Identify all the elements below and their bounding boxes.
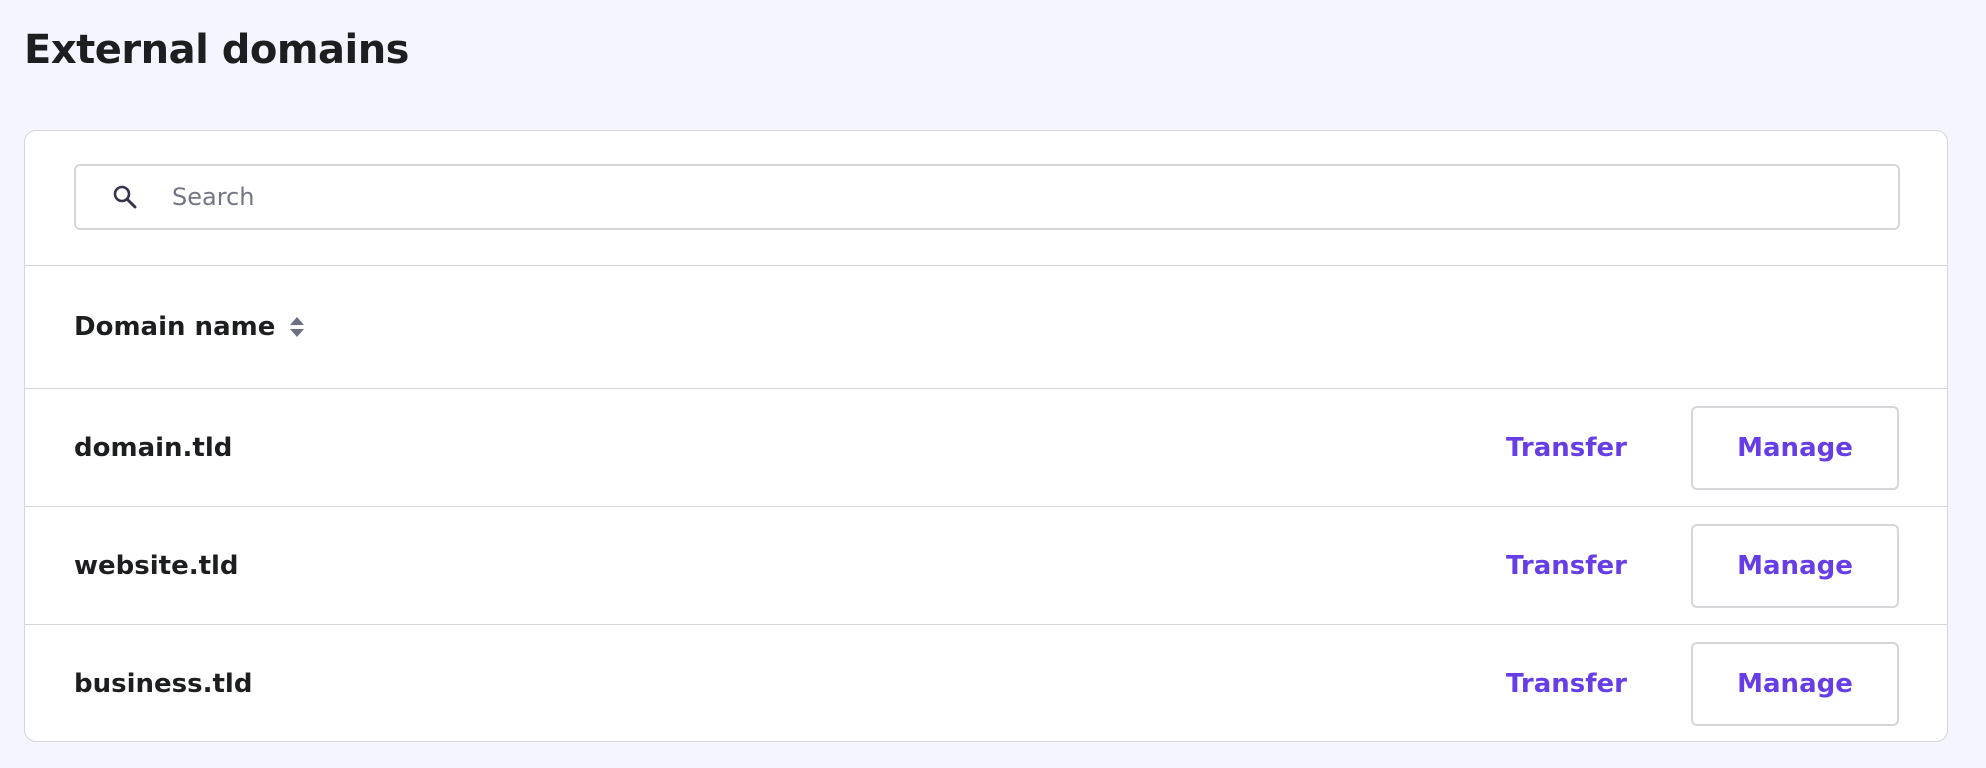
- table-row: website.tld Transfer Manage: [25, 507, 1947, 625]
- column-header-domain-name[interactable]: Domain name: [74, 312, 305, 342]
- page-title: External domains: [24, 27, 410, 73]
- search-icon: [108, 180, 142, 214]
- domain-name: business.tld: [74, 669, 253, 699]
- transfer-link[interactable]: Transfer: [1506, 433, 1627, 463]
- domains-card: Domain name domain.tld Transfer Manage w…: [24, 130, 1948, 742]
- search-box[interactable]: [74, 164, 1900, 230]
- table-header: Domain name: [25, 266, 1947, 389]
- domain-name: domain.tld: [74, 432, 233, 463]
- search-area: [25, 131, 1947, 266]
- manage-button[interactable]: Manage: [1691, 405, 1899, 490]
- transfer-link[interactable]: Transfer: [1506, 551, 1627, 581]
- manage-button[interactable]: Manage: [1691, 642, 1899, 726]
- manage-button[interactable]: Manage: [1691, 523, 1899, 608]
- sort-icon[interactable]: [289, 316, 305, 338]
- table-row: domain.tld Transfer Manage: [25, 389, 1947, 507]
- table-row: business.tld Transfer Manage: [25, 625, 1947, 741]
- domain-name: website.tld: [74, 550, 239, 581]
- search-input[interactable]: [170, 165, 1898, 229]
- column-header-label: Domain name: [74, 312, 276, 342]
- transfer-link[interactable]: Transfer: [1506, 669, 1627, 699]
